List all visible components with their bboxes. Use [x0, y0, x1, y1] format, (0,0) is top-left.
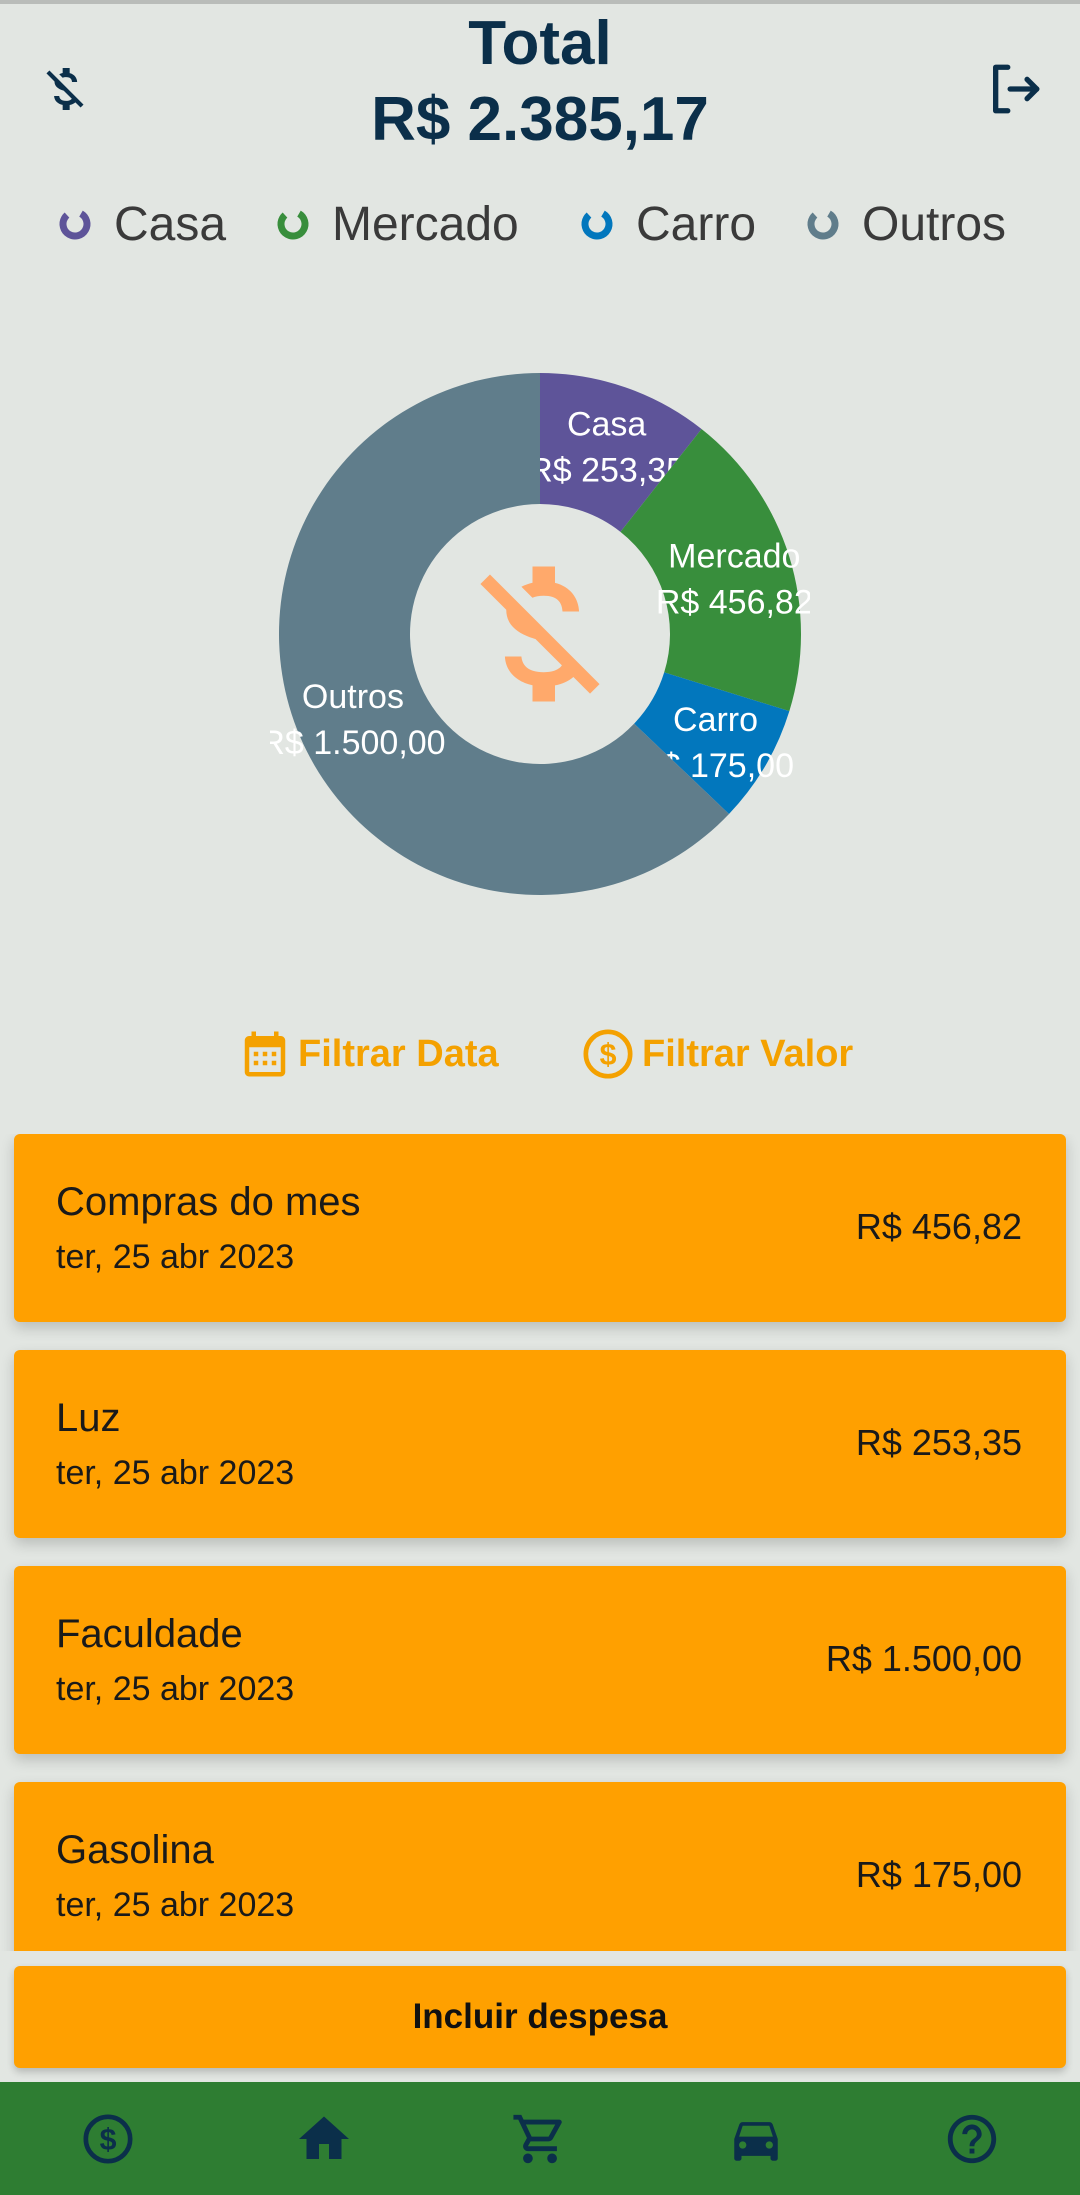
expense-title: Luz: [56, 1396, 121, 1440]
expense-card[interactable]: Faculdade ter, 25 abr 2023 R$ 1.500,00: [14, 1566, 1066, 1754]
legend-ring-icon: [807, 208, 839, 240]
expense-card[interactable]: Compras do mes ter, 25 abr 2023 R$ 456,8…: [14, 1134, 1066, 1322]
filter-value-label: Filtrar Valor: [642, 1032, 854, 1075]
nav-item-market[interactable]: [480, 2082, 600, 2195]
chart-legend: Casa Mercado Carro Outros: [0, 194, 1080, 254]
nav-item-car[interactable]: [696, 2082, 816, 2195]
dollar-circle-icon: $: [583, 1029, 633, 1079]
expense-date: ter, 25 abr 2023: [56, 1238, 295, 1276]
expense-amount: R$ 456,82: [855, 1206, 1022, 1247]
slice-value-label: R$ 1.500,00: [270, 724, 446, 762]
slice-label: Casa: [567, 406, 646, 444]
expense-title: Gasolina: [56, 1828, 214, 1872]
slice-label: Carro: [673, 701, 758, 739]
bottom-nav: $: [0, 2082, 1080, 2195]
expense-card[interactable]: Gasolina ter, 25 abr 2023 R$ 175,00: [14, 1782, 1066, 1951]
legend-label: Mercado: [332, 197, 519, 251]
dollar-circle-icon: $: [83, 2114, 133, 2163]
donut-chart-svg: CasaR$ 253,35MercadoR$ 456,82CarroR$ 175…: [260, 373, 813, 895]
expense-date: ter, 25 abr 2023: [56, 1454, 295, 1492]
add-expense-button[interactable]: Incluir despesa: [14, 1966, 1066, 2068]
donut-chart: Casa R$ 253,35 Mercado R$ 456,82 Carro R$ 175…: [260, 364, 813, 904]
expense-title: Compras do mes: [56, 1180, 361, 1224]
expense-amount: R$ 175,00: [855, 1854, 1022, 1895]
expense-list: Compras do mes ter, 25 abr 2023 R$ 456,8…: [0, 1134, 1080, 1951]
expense-card[interactable]: Luz ter, 25 abr 2023 R$ 253,35: [14, 1350, 1066, 1538]
filter-date-button[interactable]: Filtrar Data: [238, 1024, 499, 1084]
help-icon: [947, 2114, 997, 2163]
legend-item-casa: Casa: [56, 194, 226, 254]
legend-item-mercado: Mercado: [274, 194, 519, 254]
nav-item-help[interactable]: [912, 2082, 1032, 2195]
calendar-icon: [244, 1031, 286, 1077]
nav-item-finance[interactable]: $: [48, 2082, 168, 2195]
svg-text:$: $: [600, 1039, 617, 1072]
legend-item-carro: Carro: [578, 194, 756, 254]
slice-label: Outros: [302, 678, 404, 716]
expense-date: ter, 25 abr 2023: [56, 1886, 295, 1924]
cart-icon: [513, 2114, 562, 2163]
total-amount: R$ 2.385,17: [371, 85, 709, 154]
expense-amount: R$ 253,35: [855, 1422, 1022, 1463]
legend-label: Carro: [636, 197, 757, 251]
header: Total R$ 2.385,17: [0, 4, 1080, 174]
slice-value-label: R$ 456,82: [656, 584, 810, 622]
slice-label: Mercado: [668, 538, 800, 576]
svg-text:$: $: [100, 2123, 117, 2156]
logout-icon: [993, 64, 1040, 114]
car-icon: [734, 2121, 778, 2161]
legend-ring-icon: [277, 208, 309, 240]
filters-bar: Filtrar Data $ Filtrar Valor: [0, 1024, 1080, 1084]
legend-label: Casa: [114, 197, 227, 251]
expense-amount: R$ 1.500,00: [825, 1638, 1022, 1679]
money-off-icon: [480, 566, 600, 702]
home-icon: [299, 2116, 349, 2159]
nav-item-home[interactable]: [264, 2082, 384, 2195]
filter-value-button[interactable]: $ Filtrar Valor: [580, 1024, 853, 1084]
legend-label: Outros: [862, 197, 1007, 251]
legend-ring-icon: [59, 208, 91, 240]
legend-item-outros: Outros: [804, 194, 1006, 254]
page-title: Total: [468, 9, 612, 78]
filter-date-label: Filtrar Data: [298, 1032, 499, 1075]
legend-ring-icon: [581, 208, 613, 240]
logout-button[interactable]: [980, 54, 1050, 124]
expense-title: Faculdade: [56, 1612, 243, 1656]
expense-date: ter, 25 abr 2023: [56, 1670, 295, 1708]
